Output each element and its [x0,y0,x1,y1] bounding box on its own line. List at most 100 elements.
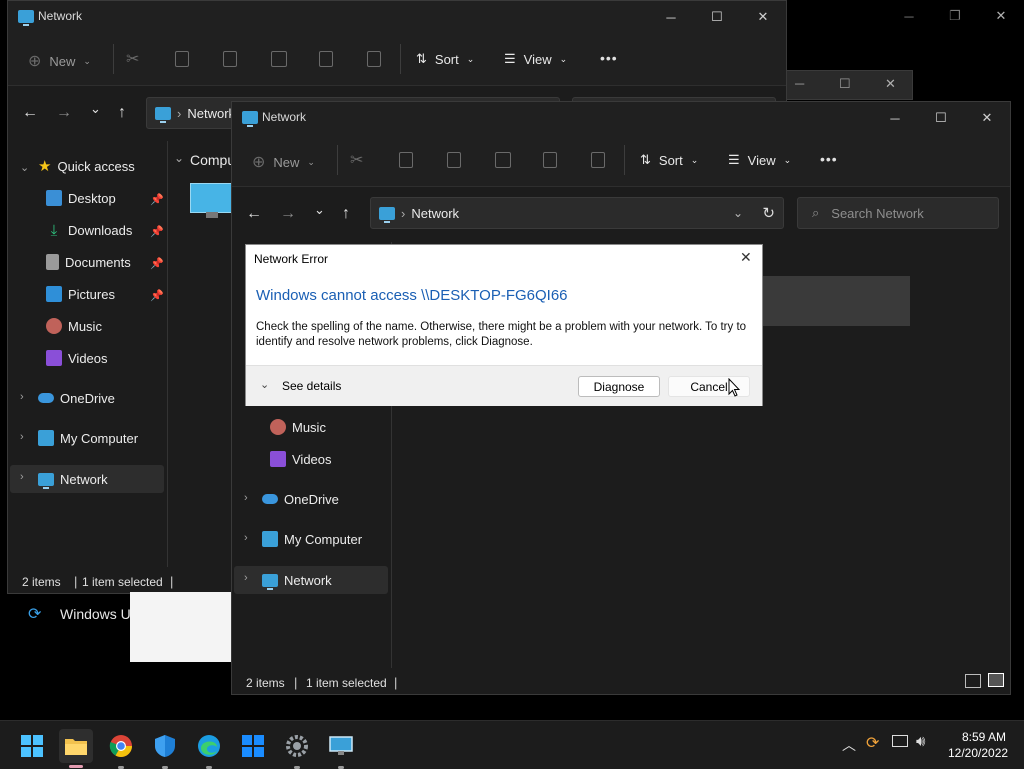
cut-icon[interactable]: ✂ [126,49,139,69]
cut-icon[interactable]: ✂ [350,150,363,170]
plus-icon: ⊕ [252,154,266,171]
sort-button[interactable]: ⇅ Sort ⌄ [640,152,698,168]
expand-chevron-icon[interactable]: › [20,471,24,483]
sidebar-item-my-computer[interactable]: My Computer [38,425,138,451]
forward-arrow-icon[interactable]: → [56,104,72,122]
see-details-chevron-icon[interactable]: ⌄ [260,378,269,391]
network-status-icon[interactable] [892,735,908,747]
maximize-button[interactable]: ☐ [918,102,964,134]
more-options-button[interactable]: ••• [600,50,618,66]
defender-button[interactable] [148,729,182,769]
back-arrow-icon[interactable]: ← [246,205,262,223]
more-options-button[interactable]: ••• [820,151,838,167]
new-button[interactable]: ⊕ New ⌄ [28,51,91,71]
back-arrow-icon[interactable]: ← [22,104,38,122]
minimize-button[interactable]: ─ [648,1,694,33]
sidebar-item-quick-access[interactable]: ★ Quick access [38,153,135,179]
content-item-highlight[interactable] [752,276,910,326]
recent-chevron-icon[interactable]: ⌄ [90,101,101,117]
new-button[interactable]: ⊕ New ⌄ [252,152,315,172]
pin-icon[interactable]: 📌 [150,257,164,270]
computer-item-icon[interactable] [190,183,236,213]
volume-icon[interactable]: 🔊︎ [916,733,925,750]
pin-icon[interactable]: 📌 [150,289,164,302]
bg-restore-button[interactable]: ❐ [932,0,978,32]
maximize-button[interactable]: ☐ [694,1,740,33]
copy-icon[interactable] [399,152,413,168]
clock-time[interactable]: 8:59 AM [962,730,1006,744]
sidebar-item-documents[interactable]: Documents [46,249,131,275]
sidebar-item-videos[interactable]: Videos [270,446,332,472]
address-dropdown-icon[interactable]: ⌄ [733,206,743,220]
store-button[interactable] [236,729,270,763]
file-explorer-button[interactable] [59,729,93,768]
expand-chevron-icon[interactable]: › [244,532,248,544]
chevron-down-icon: ⌄ [690,154,699,165]
sidebar-label: My Computer [284,531,363,547]
expand-chevron-icon[interactable]: › [244,572,248,584]
sidebar-item-music[interactable]: Music [270,414,326,440]
rename-icon[interactable] [495,152,511,168]
dialog-close-button[interactable]: ✕ [740,249,752,266]
chrome-button[interactable] [104,729,138,769]
view-button[interactable]: ☰ View ⌄ [728,152,791,168]
show-hidden-icons-chevron[interactable]: ︿ [842,735,856,755]
breadcrumb-network[interactable]: Network [187,106,235,121]
close-button[interactable]: ✕ [964,102,1010,134]
sidebar-item-onedrive[interactable]: OneDrive [262,486,339,512]
sidebar-item-onedrive[interactable]: OneDrive [38,385,115,411]
sidebar-item-pictures[interactable]: Pictures [46,281,115,307]
back-sidebar: ⌄ ★ Quick access Desktop 📌 ⤓ Downloads 📌… [8,141,166,571]
close-button[interactable]: ✕ [740,1,786,33]
delete-icon[interactable] [367,51,381,67]
sidebar-item-my-computer[interactable]: My Computer [262,526,362,552]
tiles-view-icon[interactable] [988,673,1004,687]
sidebar-item-videos[interactable]: Videos [46,345,108,371]
expand-chevron-icon[interactable]: › [20,431,24,443]
section-chevron-icon[interactable]: ⌄ [174,151,184,165]
front-address-bar[interactable]: › Network ⌄ ↻ [370,197,784,229]
recent-chevron-icon[interactable]: ⌄ [314,202,325,218]
network-app-button[interactable] [324,729,358,769]
settings-button[interactable] [280,729,314,769]
paste-icon[interactable] [447,152,461,168]
close-button[interactable]: ✕ [885,76,896,92]
details-view-icon[interactable] [965,674,981,688]
sidebar-item-desktop[interactable]: Desktop [46,185,116,211]
forward-arrow-icon[interactable]: → [280,205,296,223]
bg-close-button[interactable]: ✕ [978,0,1024,32]
sidebar-item-downloads[interactable]: ⤓ Downloads [46,217,133,243]
paste-icon[interactable] [223,51,237,67]
minimize-button[interactable]: ─ [872,102,918,134]
copy-icon[interactable] [175,51,189,67]
pin-icon[interactable]: 📌 [150,193,164,206]
expand-chevron-icon[interactable]: › [20,391,24,403]
view-button[interactable]: ☰ View ⌄ [504,51,567,67]
sidebar-item-network[interactable]: Network [262,567,332,593]
sidebar-item-music[interactable]: Music [46,313,102,339]
sync-icon[interactable]: ⟳ [866,733,879,753]
edge-button[interactable] [192,729,226,769]
up-arrow-icon[interactable]: ↑ [342,205,350,223]
rename-icon[interactable] [271,51,287,67]
maximize-button[interactable]: ☐ [839,76,851,92]
sidebar-item-network[interactable]: Network [38,466,108,492]
refresh-icon[interactable]: ↻ [762,204,775,222]
expand-chevron-icon[interactable]: › [244,492,248,504]
start-button[interactable] [15,729,49,763]
minimize-button[interactable]: ─ [795,76,804,91]
search-box[interactable]: ⌕ Search Network [797,197,999,229]
share-icon[interactable] [543,152,557,168]
expand-chevron-icon[interactable]: ⌄ [20,161,29,174]
breadcrumb-network[interactable]: Network [411,206,459,221]
up-arrow-icon[interactable]: ↑ [118,104,126,122]
share-icon[interactable] [319,51,333,67]
see-details-toggle[interactable]: See details [282,379,341,393]
sort-button[interactable]: ⇅ Sort ⌄ [416,51,474,67]
clock-date[interactable]: 12/20/2022 [948,746,1008,760]
pin-icon[interactable]: 📌 [150,225,164,238]
sidebar-label: Quick access [57,158,135,174]
bg-minimize-button[interactable]: ─ [886,0,932,32]
delete-icon[interactable] [591,152,605,168]
diagnose-button[interactable]: Diagnose [578,376,660,397]
